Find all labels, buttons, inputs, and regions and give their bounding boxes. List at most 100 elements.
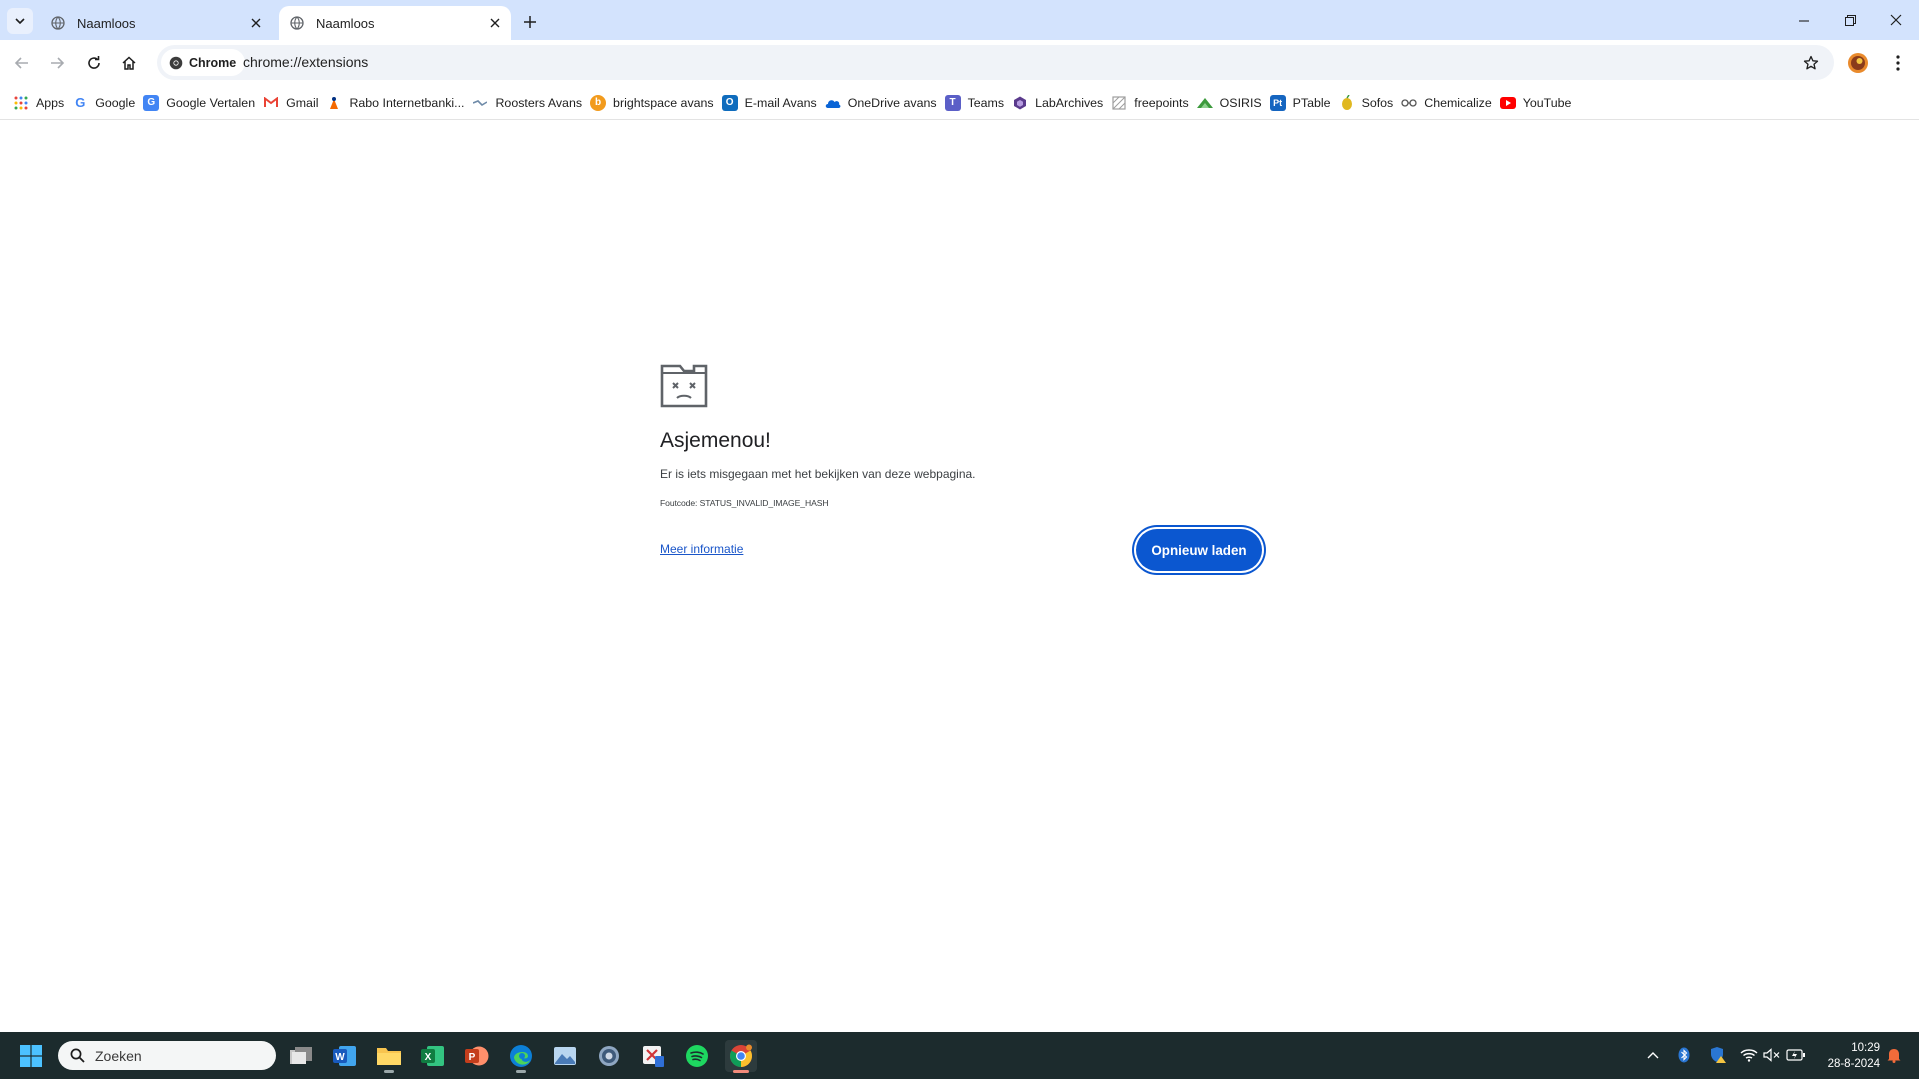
excel-icon: X xyxy=(421,1046,444,1066)
omnibox[interactable]: Chrome chrome://extensions xyxy=(157,45,1834,80)
taskbar-spotify[interactable] xyxy=(681,1040,713,1072)
tray-defender[interactable] xyxy=(1707,1044,1729,1066)
home-button[interactable] xyxy=(115,49,143,77)
close-window-button[interactable] xyxy=(1873,0,1919,40)
apps-grid-icon xyxy=(13,95,29,111)
bookmark-label: Gmail xyxy=(286,95,319,110)
show-hidden-icons-button[interactable] xyxy=(1642,1044,1664,1066)
tray-wifi[interactable] xyxy=(1738,1044,1760,1066)
minimize-icon xyxy=(1798,19,1809,22)
bookmark-label: Roosters Avans xyxy=(495,95,583,110)
forward-button[interactable] xyxy=(43,49,71,77)
onedrive-icon xyxy=(825,95,841,111)
back-button[interactable] xyxy=(8,49,36,77)
bookmark-roosters-avans[interactable]: Roosters Avans xyxy=(470,90,588,116)
chip-label: Chrome xyxy=(189,55,237,70)
taskbar-file-explorer[interactable] xyxy=(373,1040,405,1073)
sad-tab-icon xyxy=(660,364,708,413)
svg-text:W: W xyxy=(335,1052,345,1063)
task-view-icon xyxy=(290,1047,312,1064)
tray-battery[interactable] xyxy=(1785,1044,1807,1066)
tray-notifications[interactable] xyxy=(1883,1044,1905,1066)
tab-search-button[interactable] xyxy=(7,8,33,34)
bookmark-youtube[interactable]: YouTube xyxy=(1498,90,1578,116)
tab-1[interactable]: Naamloos xyxy=(40,6,272,40)
tray-bluetooth[interactable] xyxy=(1673,1044,1695,1066)
word-icon: W xyxy=(333,1046,356,1066)
bookmark-label: Google Vertalen xyxy=(166,95,256,110)
bookmark-label: PTable xyxy=(1292,95,1331,110)
profile-avatar[interactable] xyxy=(1847,52,1869,74)
bookmark-ptable[interactable]: Pt PTable xyxy=(1268,90,1337,116)
ptable-icon: Pt xyxy=(1269,94,1286,111)
url-text[interactable]: chrome://extensions xyxy=(243,54,368,70)
shield-warning-icon xyxy=(1711,1047,1726,1063)
bookmark-brightspace[interactable]: b brightspace avans xyxy=(588,90,720,116)
bookmark-google[interactable]: G Google xyxy=(70,90,141,116)
taskbar-powerpoint[interactable]: P xyxy=(461,1040,493,1072)
tray-volume[interactable] xyxy=(1761,1044,1783,1066)
sofos-icon xyxy=(1339,95,1355,111)
avatar-icon xyxy=(1848,53,1868,73)
outlook-icon: O xyxy=(721,94,738,111)
bookmark-email-avans[interactable]: O E-mail Avans xyxy=(720,90,823,116)
taskbar-task-view[interactable] xyxy=(285,1040,317,1072)
taskbar-snipping-tool[interactable] xyxy=(637,1040,669,1072)
svg-text:P: P xyxy=(469,1052,476,1063)
close-icon[interactable] xyxy=(485,13,505,33)
toolbar: Chrome chrome://extensions xyxy=(0,40,1919,86)
arrow-right-icon xyxy=(51,57,65,69)
running-indicator xyxy=(733,1070,749,1073)
bookmark-label: OSIRIS xyxy=(1219,95,1262,110)
taskbar-word[interactable]: W xyxy=(329,1040,361,1072)
clock-date: 28-8-2024 xyxy=(1827,1058,1880,1070)
bookmark-chemicalize[interactable]: Chemicalize xyxy=(1399,90,1497,116)
more-info-link[interactable]: Meer informatie xyxy=(660,542,743,556)
minimize-button[interactable] xyxy=(1781,0,1827,40)
error-title: Asjemenou! xyxy=(660,429,771,452)
reload-button[interactable] xyxy=(80,49,108,77)
bookmark-labarchives[interactable]: LabArchives xyxy=(1010,90,1109,116)
bookmark-rabo[interactable]: Rabo Internetbanki... xyxy=(324,90,470,116)
bookmark-gmail[interactable]: Gmail xyxy=(261,90,324,116)
globe-icon xyxy=(50,15,66,31)
start-button[interactable] xyxy=(20,1045,42,1067)
bookmark-google-vertalen[interactable]: G Google Vertalen xyxy=(141,90,261,116)
taskbar-settings[interactable] xyxy=(593,1040,625,1072)
taskbar-chrome[interactable] xyxy=(725,1040,757,1073)
bell-icon xyxy=(1887,1049,1901,1063)
tab-2[interactable]: Naamloos xyxy=(279,6,511,40)
close-icon[interactable] xyxy=(246,13,266,33)
labarchives-icon xyxy=(1012,95,1028,111)
close-icon xyxy=(1890,14,1902,26)
restore-button[interactable] xyxy=(1827,0,1873,40)
new-tab-button[interactable] xyxy=(518,10,542,34)
bookmark-osiris[interactable]: OSIRIS xyxy=(1195,90,1268,116)
bookmark-onedrive[interactable]: OneDrive avans xyxy=(823,90,943,116)
bookmark-label: Sofos xyxy=(1361,95,1394,110)
tab-title: Naamloos xyxy=(77,15,136,31)
taskbar-search[interactable]: Zoeken xyxy=(58,1041,276,1070)
bookmark-freepoints[interactable]: freepoints xyxy=(1109,90,1194,116)
chrome-menu-button[interactable] xyxy=(1885,50,1911,76)
bookmark-apps[interactable]: Apps xyxy=(11,90,70,116)
bookmark-sofos[interactable]: Sofos xyxy=(1337,90,1400,116)
system-clock[interactable]: 10:29 28-8-2024 xyxy=(1816,1040,1880,1072)
bookmark-label: freepoints xyxy=(1134,95,1189,110)
site-info-chip[interactable]: Chrome xyxy=(161,49,246,76)
chevron-down-icon xyxy=(15,18,25,25)
search-icon xyxy=(70,1048,85,1063)
taskbar-photos[interactable] xyxy=(549,1040,581,1072)
taskbar-excel[interactable]: X xyxy=(417,1040,449,1072)
taskbar-edge[interactable] xyxy=(505,1040,537,1073)
search-placeholder: Zoeken xyxy=(95,1047,142,1064)
bookmark-teams[interactable]: T Teams xyxy=(943,90,1011,116)
restore-icon xyxy=(1844,14,1856,26)
clock-time: 10:29 xyxy=(1851,1042,1880,1054)
reload-page-button[interactable]: Opnieuw laden xyxy=(1136,529,1262,571)
svg-text:X: X xyxy=(425,1052,432,1063)
snipping-tool-icon xyxy=(643,1046,664,1067)
globe-icon xyxy=(289,15,305,31)
volume-muted-icon xyxy=(1763,1048,1780,1062)
bookmark-star-button[interactable] xyxy=(1800,52,1822,74)
